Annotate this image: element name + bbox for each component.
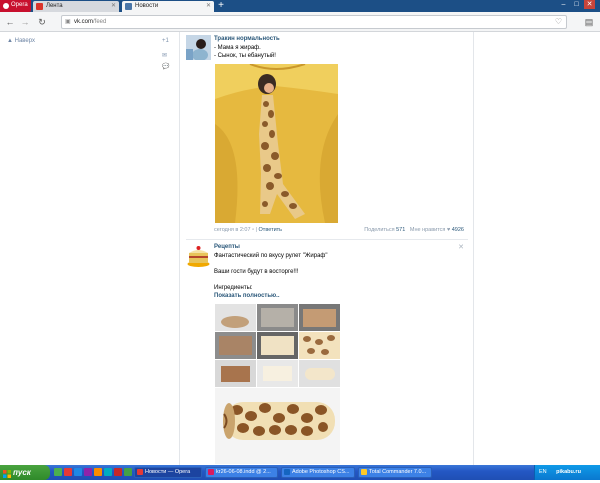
address-bar[interactable]: ▣ vk.com/feed ♡ xyxy=(61,15,567,29)
taskbar-item-opera[interactable]: Новости — Opera xyxy=(134,467,202,478)
time-icon: ▫ xyxy=(252,227,255,233)
post-time[interactable]: сегодня в 2:07 xyxy=(214,227,251,233)
quicklaunch-icon[interactable] xyxy=(54,468,62,476)
post-divider xyxy=(186,239,468,240)
quicklaunch-icon[interactable] xyxy=(94,468,102,476)
close-tab-icon[interactable]: ✕ xyxy=(206,1,211,12)
quicklaunch-icon[interactable] xyxy=(114,468,122,476)
feed-post: Рецепты ✕ Фантастический по вкусу рулет … xyxy=(186,243,468,465)
maximize-window-icon[interactable]: □ xyxy=(571,0,582,9)
browser-tab-strip: Opera Лента ✕ Новости ✕ + – □ ✕ xyxy=(0,0,600,12)
back-arrow-icon[interactable]: ← xyxy=(4,16,16,28)
post-author-link[interactable]: Рецепты xyxy=(214,244,240,250)
post-author-link[interactable]: Тракин нормальность xyxy=(214,36,280,42)
page-info-icon[interactable]: ▣ xyxy=(65,16,71,28)
comments-icon[interactable]: 💬 xyxy=(162,63,169,70)
indesign-icon xyxy=(208,469,214,475)
url-path: /feed xyxy=(93,19,107,25)
language-indicator[interactable]: EN xyxy=(539,469,547,475)
opera-icon xyxy=(137,469,143,475)
speed-dial-icon[interactable]: ▤ xyxy=(583,16,595,28)
quicklaunch-icon[interactable] xyxy=(84,468,92,476)
close-window-icon[interactable]: ✕ xyxy=(584,0,595,9)
quicklaunch-icon[interactable] xyxy=(104,468,112,476)
bookmark-heart-icon[interactable]: ♡ xyxy=(555,16,562,28)
system-tray: EN pikabu.ru xyxy=(534,465,600,480)
url-host: vk.com xyxy=(74,19,94,25)
right-panel xyxy=(473,32,600,465)
like-count: 4926 xyxy=(451,227,464,233)
quicklaunch-icon[interactable] xyxy=(124,468,132,476)
close-tab-icon[interactable]: ✕ xyxy=(111,1,116,12)
photoshop-icon xyxy=(284,469,290,475)
post-text-line: - Сынок, ты ебанутый! xyxy=(214,53,276,59)
close-post-icon[interactable]: ✕ xyxy=(458,243,464,251)
reply-link[interactable]: Ответить xyxy=(259,227,283,233)
vk-feed-page: ▲ Наверх +1 ✉ 💬 Тракин нормальность - Ма… xyxy=(0,32,600,465)
quicklaunch-icon[interactable] xyxy=(74,468,82,476)
forward-arrow-icon[interactable]: → xyxy=(19,16,31,28)
browser-nav-bar: ← → ↻ ▣ vk.com/feed ♡ ▤ xyxy=(0,12,600,32)
taskbar-item-photoshop[interactable]: Adobe Photoshop CS... xyxy=(281,467,355,478)
taskbar-item-indesign[interactable]: kr26-06-08.indd @ 2... xyxy=(205,467,278,478)
reload-icon[interactable]: ↻ xyxy=(36,16,48,28)
post-text-line: Ваши гости будут в восторге!!! xyxy=(214,269,299,275)
post-actions: Поделиться 571 Мне нравится ♥ 4926 xyxy=(364,227,464,233)
notification-badge-icon[interactable]: +1 xyxy=(162,38,169,44)
new-tab-button[interactable]: + xyxy=(216,0,226,12)
vk-favicon-icon xyxy=(125,3,132,10)
opera-logo-icon xyxy=(3,3,9,9)
windows-taskbar: пуск Новости — Opera kr26-06-08.indd @ 2… xyxy=(0,465,600,480)
avatar[interactable] xyxy=(186,243,211,268)
pikabu-favicon-icon xyxy=(36,3,43,10)
share-link[interactable]: Поделиться xyxy=(364,227,394,233)
quicklaunch-icon[interactable] xyxy=(64,468,72,476)
feed-post: Тракин нормальность - Мама я жираф. - Сы… xyxy=(186,35,468,235)
scroll-top-link[interactable]: ▲ Наверх xyxy=(7,38,35,44)
like-heart-icon[interactable]: ♥ xyxy=(447,227,450,233)
windows-logo-icon xyxy=(3,468,11,478)
post-text-line: Ингредиенты: xyxy=(214,285,253,291)
like-link[interactable]: Мне нравится xyxy=(410,227,446,233)
tab-news[interactable]: Новости ✕ xyxy=(122,1,214,12)
total-commander-icon xyxy=(361,469,367,475)
post-text-line: - Мама я жираф. xyxy=(214,45,261,51)
avatar[interactable] xyxy=(186,35,211,60)
messages-icon[interactable]: ✉ xyxy=(162,52,167,59)
start-button[interactable]: пуск xyxy=(0,465,50,480)
post-text-line: Фантастический по вкусу рулет "Жираф" xyxy=(214,253,328,259)
share-count: 571 xyxy=(396,227,406,233)
tab-lenta[interactable]: Лента ✕ xyxy=(33,1,119,12)
post-meta: сегодня в 2:07 ▫ | Ответить xyxy=(214,227,283,233)
post-photo[interactable] xyxy=(215,63,338,223)
show-more-link[interactable]: Показать полностью.. xyxy=(214,293,280,299)
post-photo[interactable] xyxy=(215,304,340,464)
taskbar-item-total-commander[interactable]: Total Commander 7.0... xyxy=(358,467,432,478)
watermark-text: pikabu.ru xyxy=(556,469,581,475)
left-panel: ▲ Наверх +1 ✉ 💬 xyxy=(0,32,180,465)
opera-menu-button[interactable]: Opera xyxy=(0,0,31,12)
minimize-window-icon[interactable]: – xyxy=(558,0,569,9)
